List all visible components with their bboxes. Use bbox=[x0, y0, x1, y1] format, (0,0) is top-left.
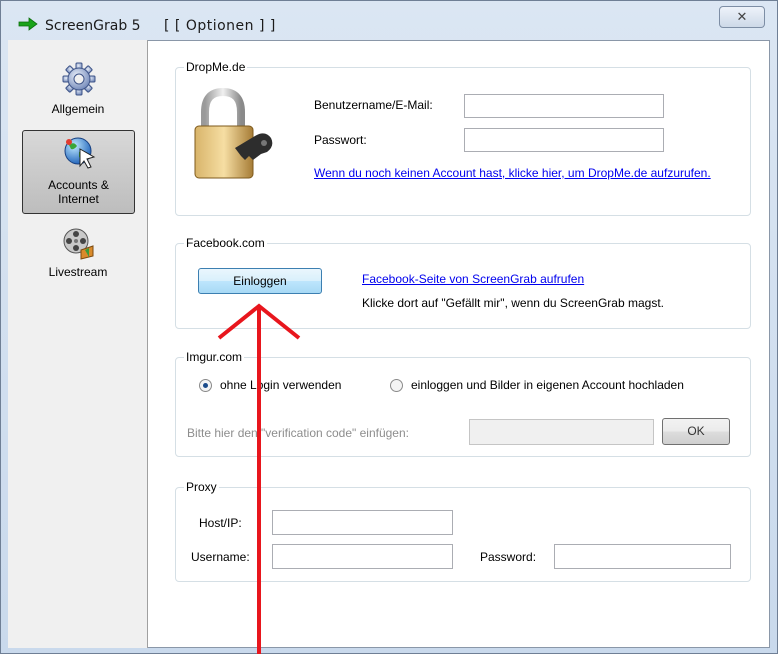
proxy-username-field[interactable] bbox=[272, 544, 453, 569]
sidebar: Allgemein Accounts & Internet Livestream bbox=[8, 40, 148, 648]
sidebar-item-livestream[interactable]: Livestream bbox=[8, 222, 148, 292]
facebook-hint-text: Klicke dort auf "Gefällt mir", wenn du S… bbox=[362, 296, 664, 310]
facebook-group-title: Facebook.com bbox=[184, 236, 267, 250]
green-arrow-icon bbox=[18, 17, 38, 31]
proxy-group-title: Proxy bbox=[184, 480, 219, 494]
proxy-password-label: Password: bbox=[480, 550, 537, 564]
proxy-username-label: Username: bbox=[191, 550, 250, 564]
dropme-password-field[interactable] bbox=[464, 128, 664, 152]
sidebar-item-label: Accounts & Internet bbox=[48, 178, 109, 206]
imgur-verification-field[interactable] bbox=[469, 419, 654, 445]
dropme-username-label: Benutzername/E-Mail: bbox=[314, 98, 433, 112]
imgur-account-radio[interactable] bbox=[390, 379, 403, 392]
film-reel-icon bbox=[63, 228, 94, 260]
dropme-group-title: DropMe.de bbox=[184, 60, 248, 74]
padlock-key-icon bbox=[194, 87, 273, 179]
section-title: [ [ Optionen ] ] bbox=[164, 18, 276, 34]
app-title: ScreenGrab 5 bbox=[45, 18, 141, 34]
close-icon: ✕ bbox=[736, 9, 748, 24]
dropme-username-field[interactable] bbox=[464, 94, 664, 118]
proxy-host-label: Host/IP: bbox=[199, 516, 242, 530]
close-button[interactable]: ✕ bbox=[719, 6, 765, 28]
dropme-password-label: Passwort: bbox=[314, 133, 367, 147]
facebook-login-button[interactable]: Einloggen bbox=[198, 268, 322, 294]
imgur-verification-label: Bitte hier den "verification code" einfü… bbox=[187, 426, 409, 440]
sidebar-item-accounts[interactable]: Accounts & Internet bbox=[22, 130, 135, 214]
sidebar-item-allgemein[interactable]: Allgemein bbox=[8, 52, 148, 122]
facebook-page-link[interactable]: Facebook-Seite von ScreenGrab aufrufen bbox=[362, 272, 584, 286]
annotation-arrow-head-icon bbox=[217, 303, 301, 340]
globe-cursor-icon bbox=[64, 137, 96, 169]
imgur-ok-button[interactable]: OK bbox=[662, 418, 730, 445]
imgur-anonymous-radio[interactable] bbox=[199, 379, 212, 392]
proxy-password-field[interactable] bbox=[554, 544, 731, 569]
imgur-group-title: Imgur.com bbox=[184, 350, 245, 364]
imgur-account-label[interactable]: einloggen und Bilder in eigenen Account … bbox=[411, 378, 684, 392]
gear-icon bbox=[62, 62, 96, 96]
sidebar-item-label: Allgemein bbox=[51, 102, 105, 116]
annotation-arrow-shaft bbox=[257, 308, 261, 654]
imgur-anonymous-label[interactable]: ohne Login verwenden bbox=[220, 378, 341, 392]
title-bar[interactable]: ScreenGrab 5 [ [ Optionen ] ] ✕ bbox=[1, 1, 777, 41]
dropme-signup-link[interactable]: Wenn du noch keinen Account hast, klicke… bbox=[314, 166, 734, 181]
sidebar-item-label: Livestream bbox=[48, 265, 108, 279]
proxy-host-field[interactable] bbox=[272, 510, 453, 535]
